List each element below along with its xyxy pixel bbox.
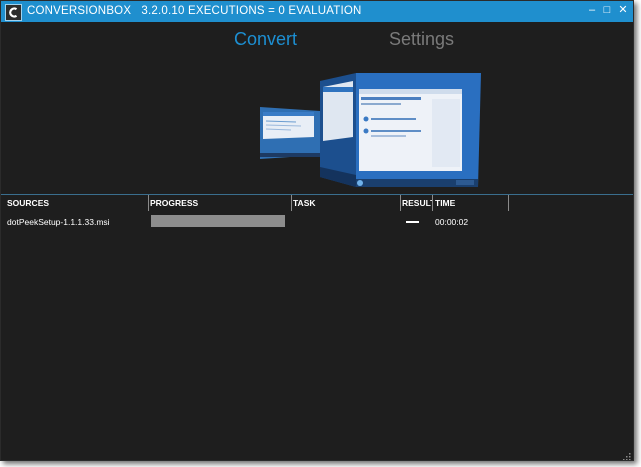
- column-header-sources[interactable]: SOURCES: [4, 195, 149, 211]
- resize-grip-icon[interactable]: [621, 448, 631, 460]
- app-logo-icon: [5, 4, 22, 21]
- vm-preview-cube-image: [256, 67, 486, 192]
- tab-convert[interactable]: Convert: [234, 29, 297, 50]
- source-file-name: dotPeekSetup-1.1.1.33.msi: [7, 217, 110, 227]
- result-dash-icon: [406, 221, 419, 223]
- conversion-grid: SOURCES PROGRESS TASK RESULT TIME dotPee…: [1, 194, 633, 460]
- app-window: CONVERSIONBOX 3.2.0.10 EXECUTIONS = 0 EV…: [0, 0, 634, 461]
- column-header-time[interactable]: TIME: [432, 195, 509, 211]
- column-header-task[interactable]: TASK: [290, 195, 401, 211]
- column-header-result[interactable]: RESULT: [399, 195, 433, 211]
- maximize-button[interactable]: □: [600, 3, 614, 17]
- tab-settings[interactable]: Settings: [389, 29, 454, 50]
- minimize-button[interactable]: –: [585, 3, 599, 17]
- column-header-progress[interactable]: PROGRESS: [147, 195, 292, 211]
- title-bar[interactable]: CONVERSIONBOX 3.2.0.10 EXECUTIONS = 0 EV…: [1, 1, 633, 22]
- progress-bar: [151, 215, 285, 227]
- table-row[interactable]: dotPeekSetup-1.1.1.33.msi 00:00:02: [1, 213, 633, 231]
- window-title: CONVERSIONBOX 3.2.0.10 EXECUTIONS = 0 EV…: [27, 5, 362, 17]
- app-name: CONVERSIONBOX: [27, 5, 132, 17]
- title-detail: 3.2.0.10 EXECUTIONS = 0 EVALUATION: [141, 5, 362, 17]
- tab-bar: Convert Settings: [1, 22, 633, 56]
- grid-header: SOURCES PROGRESS TASK RESULT TIME: [1, 195, 633, 213]
- close-button[interactable]: ✕: [616, 3, 630, 17]
- elapsed-time: 00:00:02: [435, 217, 469, 227]
